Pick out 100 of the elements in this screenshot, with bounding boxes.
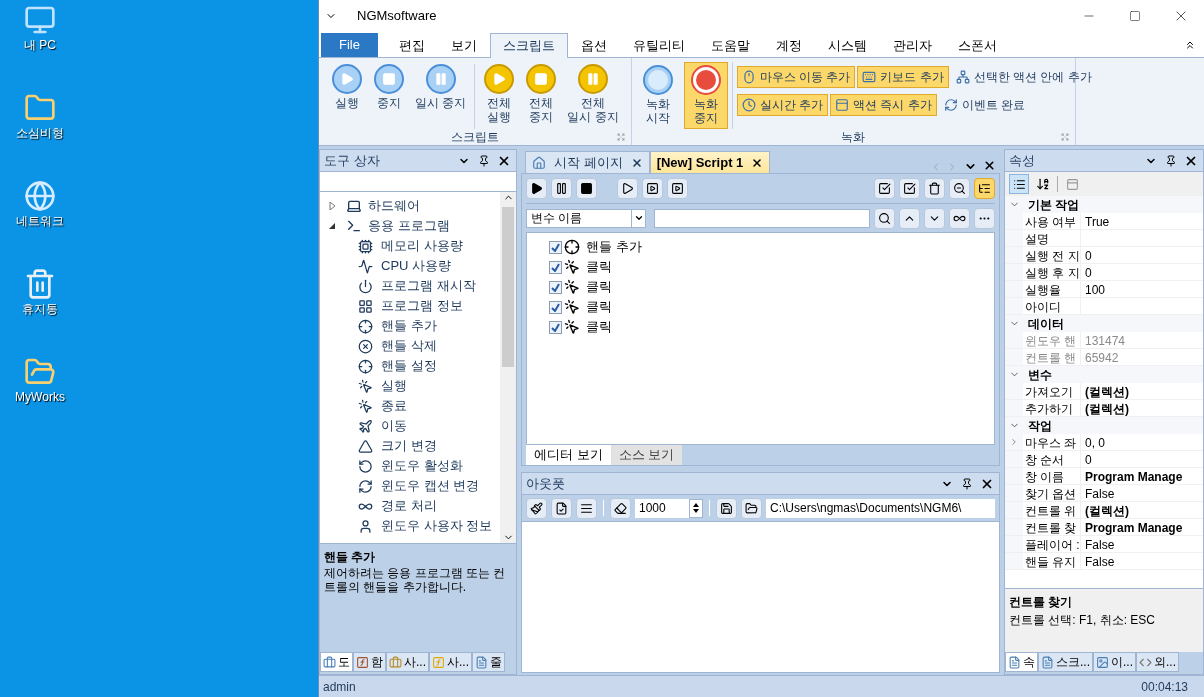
pause-button[interactable] (551, 178, 572, 199)
ribbon-button[interactable]: 전체 일시 중지 (563, 64, 623, 129)
property-row[interactable]: 창 이름 Program Manage (1005, 468, 1203, 485)
ribbon-button[interactable]: 액션 즉시 추가 (830, 94, 937, 116)
brush-button[interactable] (526, 497, 547, 519)
play-frame-button[interactable] (667, 178, 688, 199)
property-row[interactable]: 창 순서 0 (1005, 451, 1203, 468)
property-row[interactable]: 핸들 유지 False (1005, 553, 1203, 570)
tree-item[interactable]: 핸들 설정 (320, 356, 500, 376)
property-row[interactable]: 추가하기 (컬렉션) (1005, 400, 1203, 417)
checkbox[interactable] (549, 280, 562, 294)
checkbox[interactable] (549, 300, 562, 314)
tree-item[interactable]: 종료 (320, 396, 500, 416)
file-tab[interactable]: File (321, 33, 378, 57)
action-item[interactable]: 클릭 (549, 277, 994, 297)
dialog-launcher-icon[interactable] (616, 133, 625, 141)
menu-tab[interactable]: 보기 (437, 33, 490, 58)
search-field[interactable] (320, 172, 516, 192)
play-square-button[interactable] (642, 178, 663, 199)
menu-tab[interactable]: 편집 (385, 33, 438, 58)
save-button[interactable] (716, 497, 737, 519)
tree-item[interactable]: 응용 프로그램 (320, 216, 500, 236)
property-row[interactable]: 실행 전 지 0 (1005, 247, 1203, 264)
panel-tab[interactable]: 사... (386, 652, 429, 672)
path-field[interactable]: C:\Users\ngmas\Documents\NGM6\ (766, 498, 995, 518)
checkbox[interactable] (549, 260, 562, 274)
tree-item[interactable]: CPU 사용량 (320, 256, 500, 276)
close-icon[interactable] (630, 156, 643, 169)
ribbon-button[interactable]: 중지 (369, 64, 409, 129)
tree-item[interactable]: 핸들 추가 (320, 316, 500, 336)
menu-tab[interactable]: 스크립트 (489, 33, 568, 58)
property-category[interactable]: 작업 (1005, 417, 1203, 434)
tree-item[interactable]: 프로그램 재시작 (320, 276, 500, 296)
panel-tab[interactable]: 속 (1005, 652, 1038, 672)
zoom-out-button[interactable] (949, 178, 970, 199)
view-tab[interactable]: 에디터 보기 (526, 445, 611, 465)
tree-item[interactable]: 실행 (320, 376, 500, 396)
trash-icon[interactable] (24, 268, 56, 300)
lines-button[interactable] (576, 497, 597, 519)
ribbon-button[interactable]: 선택한 액션 안에 추가 (950, 66, 1097, 88)
property-row[interactable]: 아이디 (1005, 298, 1203, 315)
tree-item[interactable]: 핸들 삭제 (320, 336, 500, 356)
action-item[interactable]: 클릭 (549, 317, 994, 337)
check-button[interactable] (899, 178, 920, 199)
tree-item[interactable]: 윈도우 사용자 정보 (320, 516, 500, 536)
close-icon[interactable] (983, 159, 996, 172)
eraser-button[interactable] (610, 497, 631, 519)
checkbox[interactable] (549, 240, 562, 254)
property-row[interactable]: 컨트롤 찾 Program Manage (1005, 519, 1203, 536)
panel-tab[interactable]: 함 (353, 652, 386, 672)
property-category[interactable]: 데이터 (1005, 315, 1203, 332)
menu-tab[interactable]: 시스템 (814, 33, 880, 58)
menu-tab[interactable]: 스폰서 (944, 33, 1010, 58)
categorized-button[interactable] (1009, 174, 1029, 194)
ribbon-button[interactable]: 녹화 중지 (683, 62, 728, 129)
ribbon-button[interactable]: 실행 (327, 64, 367, 129)
check-all-button[interactable] (874, 178, 895, 199)
menu-tab[interactable]: 계정 (762, 33, 815, 58)
action-item[interactable]: 클릭 (549, 297, 994, 317)
play-outline-button[interactable] (617, 178, 638, 199)
property-row[interactable]: 플레이어 : False (1005, 536, 1203, 553)
property-category[interactable]: 변수 (1005, 366, 1203, 383)
tree-view-button[interactable] (974, 178, 995, 199)
property-row[interactable]: 가져오기 (컬렉션) (1005, 383, 1203, 400)
ribbon-button[interactable]: 전체 중지 (521, 64, 562, 129)
search-button[interactable] (874, 207, 895, 229)
tree-item[interactable]: 프로그램 정보 (320, 296, 500, 316)
folder-button[interactable] (741, 497, 762, 519)
file-check-button[interactable] (551, 497, 572, 519)
tree-item[interactable]: 크기 변경 (320, 436, 500, 456)
property-row[interactable]: 설명 (1005, 230, 1203, 247)
menu-tab[interactable]: 도움말 (697, 33, 763, 58)
tree-item[interactable]: 윈도우 캡션 변경 (320, 476, 500, 496)
menu-tab[interactable]: 옵션 (567, 33, 620, 58)
infinity-button[interactable] (949, 207, 970, 229)
stop-button[interactable] (576, 178, 597, 199)
panel-tab[interactable]: 줄 (472, 652, 506, 672)
ribbon-button[interactable]: 이벤트 완료 (938, 94, 1031, 116)
menu-tab[interactable]: 유틸리티 (619, 33, 698, 58)
document-tab[interactable]: [New] Script 1 (649, 151, 771, 173)
action-item[interactable]: 핸들 추가 (549, 237, 994, 257)
view-tab[interactable]: 소스 보기 (610, 445, 683, 465)
action-item[interactable]: 클릭 (549, 257, 994, 277)
ribbon-button[interactable]: 키보드 추가 (857, 66, 949, 88)
tree-item[interactable]: 하드웨어 (320, 196, 500, 216)
globe-icon[interactable] (24, 180, 56, 212)
property-row[interactable]: 찾기 옵션 False (1005, 485, 1203, 502)
property-row[interactable]: 사용 여부 True (1005, 213, 1203, 230)
panel-tab[interactable]: 이... (1093, 652, 1137, 672)
tree-item[interactable]: 이동 (320, 416, 500, 436)
panel-tab[interactable]: 스크... (1038, 652, 1093, 672)
menu-tab[interactable]: 관리자 (879, 33, 945, 58)
play-button[interactable] (526, 178, 547, 199)
tree-item[interactable]: 메모리 사용량 (320, 236, 500, 256)
ribbon-button[interactable]: 일시 중지 (411, 64, 471, 129)
collapse-ribbon-icon[interactable] (1184, 39, 1196, 51)
down-button[interactable] (924, 207, 945, 229)
property-category[interactable]: 기본 작업 (1005, 196, 1203, 213)
panel-tab[interactable]: 도 (320, 652, 353, 672)
property-row[interactable]: 컨트롤 위 (컬렉션) (1005, 502, 1203, 519)
